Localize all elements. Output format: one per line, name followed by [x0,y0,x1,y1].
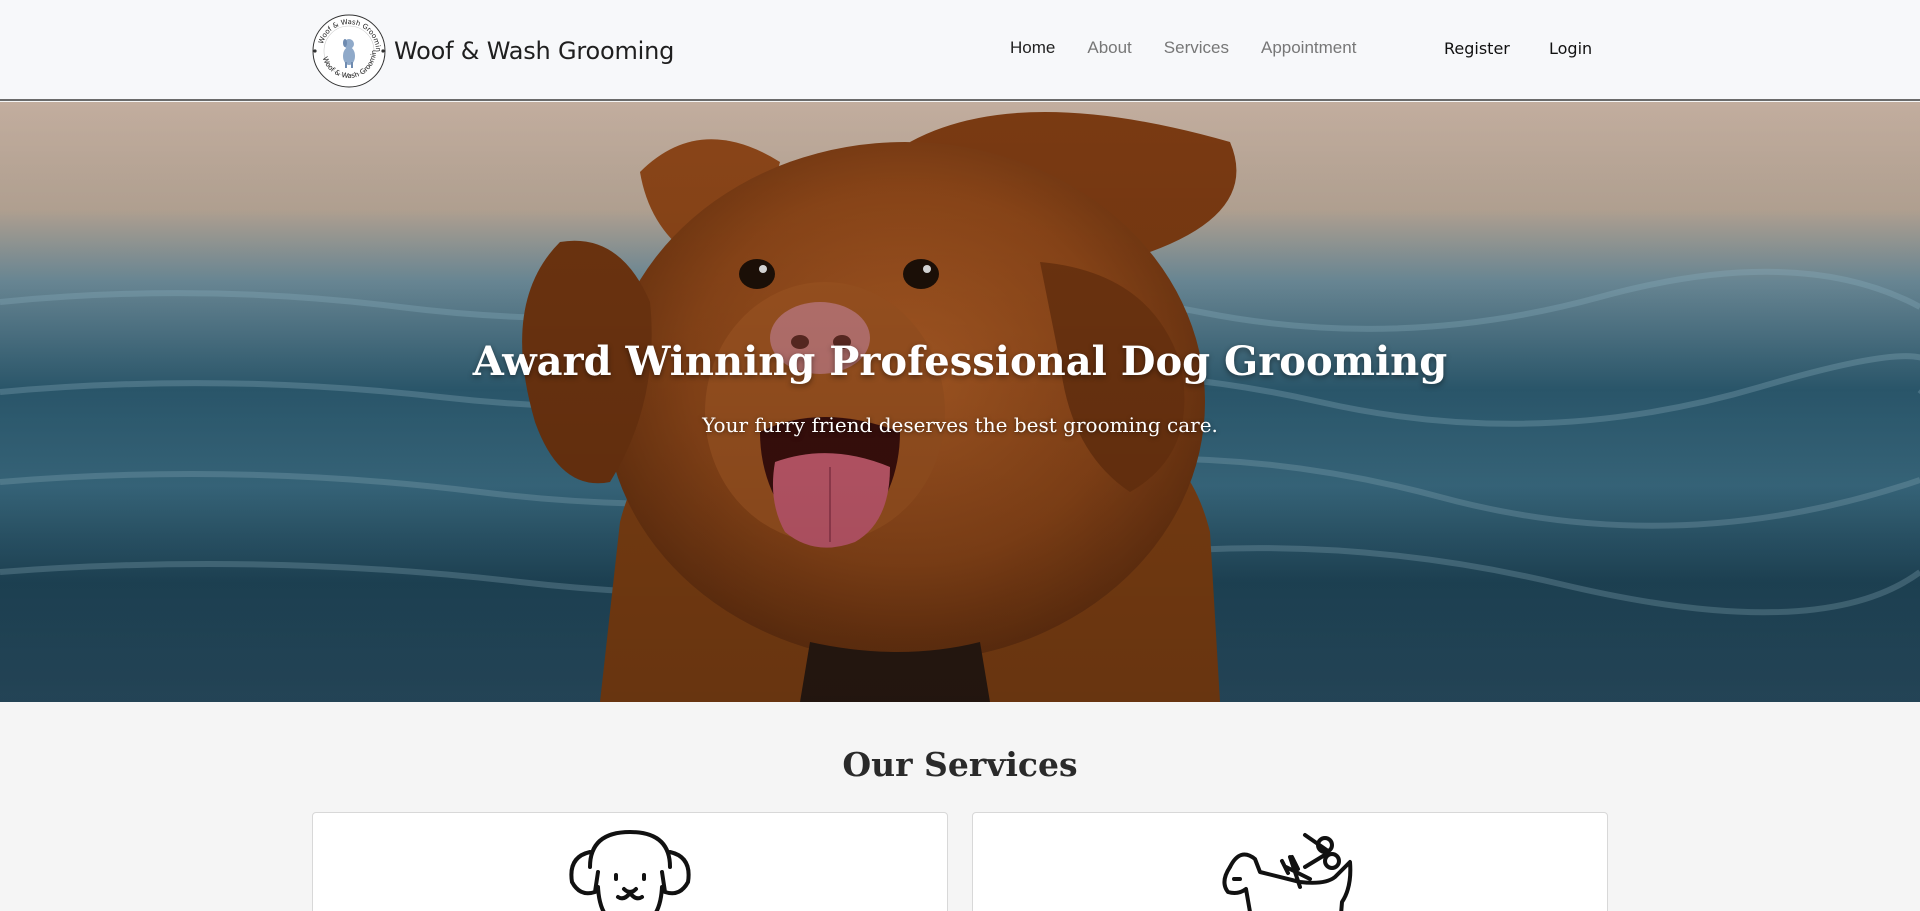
dog-grooming-scissors-icon [1222,833,1353,911]
nav-link-services[interactable]: Services [1164,38,1229,58]
brand-name: Woof & Wash Grooming [394,37,675,65]
services-heading: Our Services [842,745,1078,784]
hero-subtitle: Your furry friend deserves the best groo… [702,413,1218,437]
login-link[interactable]: Login [1549,39,1592,58]
service-card[interactable] [972,812,1608,911]
hero-title: Award Winning Professional Dog Grooming [472,338,1448,385]
register-link[interactable]: Register [1444,39,1510,58]
puppy-face-icon [569,830,691,911]
dog-logo-icon: Woof & Wash Grooming Woof & Wash Groomin… [310,12,386,88]
main-nav: Home About Services Appointment [1010,38,1388,58]
hero-banner: Award Winning Professional Dog Grooming … [0,102,1920,702]
dog-at-sea-photo [0,102,1920,702]
nav-link-about[interactable]: About [1087,38,1131,58]
nav-link-home[interactable]: Home [1010,38,1055,58]
service-card[interactable] [312,812,948,911]
navbar: Woof & Wash Grooming Woof & Wash Groomin… [0,0,1920,101]
nav-link-appointment[interactable]: Appointment [1261,38,1356,58]
brand[interactable]: Woof & Wash Grooming Woof & Wash Groomin… [310,12,674,90]
